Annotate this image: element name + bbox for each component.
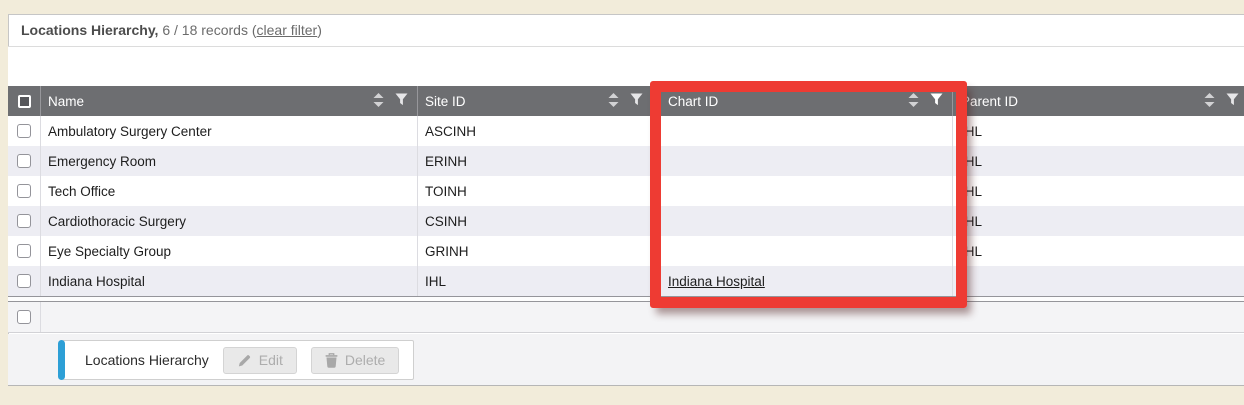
table-row[interactable]: Eye Specialty Group GRINH IHL (8, 236, 1244, 266)
column-header-parent-id[interactable]: Parent ID (952, 86, 1244, 116)
table-row[interactable]: Emergency Room ERINH IHL (8, 146, 1244, 176)
cell-site-id: TOINH (425, 184, 467, 199)
table-body: Ambulatory Surgery Center ASCINH IHL Eme… (8, 116, 1244, 296)
table-row[interactable]: Indiana Hospital IHL Indiana Hospital (8, 266, 1244, 296)
cell-parent-id: IHL (961, 244, 982, 259)
cell-name: Indiana Hospital (48, 274, 145, 289)
table-row[interactable]: Cardiothoracic Surgery CSINH IHL (8, 206, 1244, 236)
page: Locations Hierarchy, 6 / 18 records (cle… (0, 0, 1244, 405)
table-header: Name Site ID Chart ID Parent ID (8, 86, 1244, 116)
cell-name: Cardiothoracic Surgery (48, 214, 186, 229)
filter-icon[interactable] (930, 93, 943, 109)
filter-icon[interactable] (630, 93, 643, 109)
column-header-name[interactable]: Name (40, 86, 417, 116)
column-header-chart-id[interactable]: Chart ID (652, 86, 952, 116)
cell-site-id: IHL (425, 274, 446, 289)
pencil-icon (237, 353, 252, 368)
clear-filter-link[interactable]: clear filter (257, 22, 318, 38)
cell-parent-id: IHL (961, 214, 982, 229)
cell-site-id: GRINH (425, 244, 469, 259)
column-label: Site ID (425, 94, 466, 109)
cell-site-id: ERINH (425, 154, 467, 169)
delete-label: Delete (345, 352, 385, 368)
cell-site-id: ASCINH (425, 124, 476, 139)
row-checkbox[interactable] (17, 184, 31, 198)
footer-panel-label: Locations Hierarchy (85, 352, 209, 368)
footer-action-panel: Locations Hierarchy Edit Delete (62, 340, 414, 380)
select-all-checkbox[interactable] (18, 95, 31, 108)
cell-site-id: CSINH (425, 214, 467, 229)
footer-bar: Locations Hierarchy Edit Delete (8, 334, 1244, 386)
filter-icon[interactable] (395, 93, 408, 109)
cell-parent-id: IHL (961, 184, 982, 199)
column-label: Name (48, 94, 84, 109)
column-label: Parent ID (961, 94, 1018, 109)
page-title: Locations Hierarchy, (21, 22, 158, 38)
row-checkbox[interactable] (17, 124, 31, 138)
row-checkbox[interactable] (17, 154, 31, 168)
column-header-site-id[interactable]: Site ID (417, 86, 652, 116)
cell-name: Eye Specialty Group (48, 244, 171, 259)
table-row[interactable]: Ambulatory Surgery Center ASCINH IHL (8, 116, 1244, 146)
row-checkbox[interactable] (17, 244, 31, 258)
cell-name: Ambulatory Surgery Center (48, 124, 212, 139)
select-all-cell (8, 86, 40, 116)
sort-icon[interactable] (373, 93, 384, 110)
sort-icon[interactable] (608, 93, 619, 110)
sort-icon[interactable] (1204, 93, 1215, 110)
footer-accent-bar (58, 340, 65, 380)
toolbar: Active (8, 47, 1244, 86)
chart-id-link[interactable]: Indiana Hospital (668, 274, 765, 289)
row-checkbox[interactable] (17, 274, 31, 288)
sort-icon[interactable] (908, 93, 919, 110)
empty-row (8, 302, 1244, 333)
trash-icon (325, 353, 338, 368)
table-row[interactable]: Tech Office TOINH IHL (8, 176, 1244, 206)
edit-button[interactable]: Edit (223, 347, 297, 374)
column-label: Chart ID (668, 94, 718, 109)
cell-parent-id: IHL (961, 124, 982, 139)
records-count: 6 / 18 records (162, 22, 248, 38)
cell-parent-id: IHL (961, 154, 982, 169)
edit-label: Edit (259, 352, 283, 368)
filter-icon[interactable] (1226, 93, 1239, 109)
paren-close: ) (317, 22, 322, 38)
row-checkbox[interactable] (17, 310, 31, 324)
row-checkbox[interactable] (17, 214, 31, 228)
title-bar: Locations Hierarchy, 6 / 18 records (cle… (8, 14, 1244, 47)
cell-name: Tech Office (48, 184, 115, 199)
cell-name: Emergency Room (48, 154, 156, 169)
delete-button[interactable]: Delete (311, 347, 399, 374)
